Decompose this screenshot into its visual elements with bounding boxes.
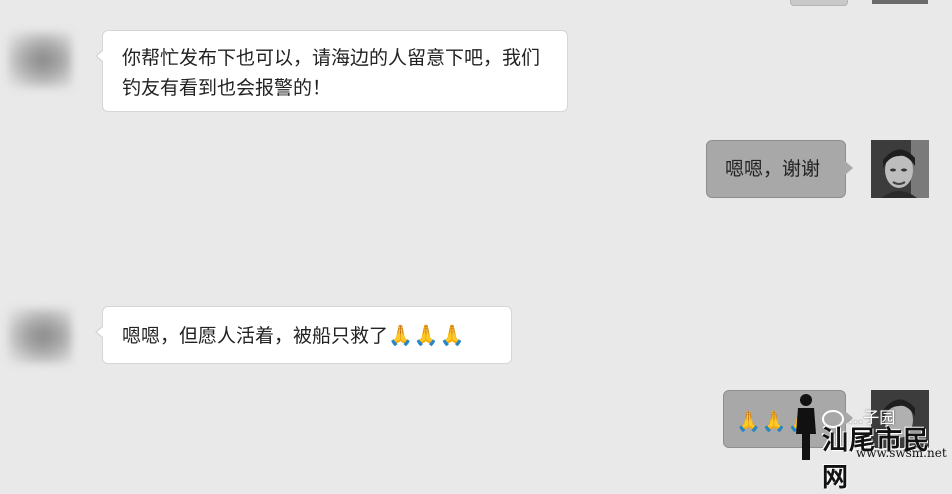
contact-avatar-blurred[interactable] <box>8 32 72 88</box>
avatar-photo <box>871 140 929 198</box>
previous-avatar-edge <box>872 0 928 4</box>
message-bubble-sent[interactable]: 嗯嗯，谢谢 <box>706 140 853 198</box>
message-text: 嗯嗯，谢谢 <box>725 158 821 180</box>
site-watermark-url: www.swsm.net <box>856 446 947 460</box>
message-bubble-received[interactable]: 嗯嗯，但愿人活着，被船只救了🙏🙏🙏 <box>95 306 512 364</box>
self-avatar[interactable] <box>871 140 929 198</box>
message-text: 你帮忙发布下也可以，请海边的人留意下吧，我们钓友有看到也会报警的！ <box>122 47 541 99</box>
contact-avatar-blurred[interactable] <box>8 308 72 364</box>
message-bubble-received[interactable]: 你帮忙发布下也可以，请海边的人留意下吧，我们钓友有看到也会报警的！ <box>95 30 568 112</box>
site-logo-figure-icon <box>796 394 816 460</box>
pray-emoji: 🙏🙏🙏 <box>388 323 466 347</box>
previous-message-bubble-edge <box>790 0 848 6</box>
message-text: 嗯嗯，但愿人活着，被船只救了 <box>122 325 389 347</box>
